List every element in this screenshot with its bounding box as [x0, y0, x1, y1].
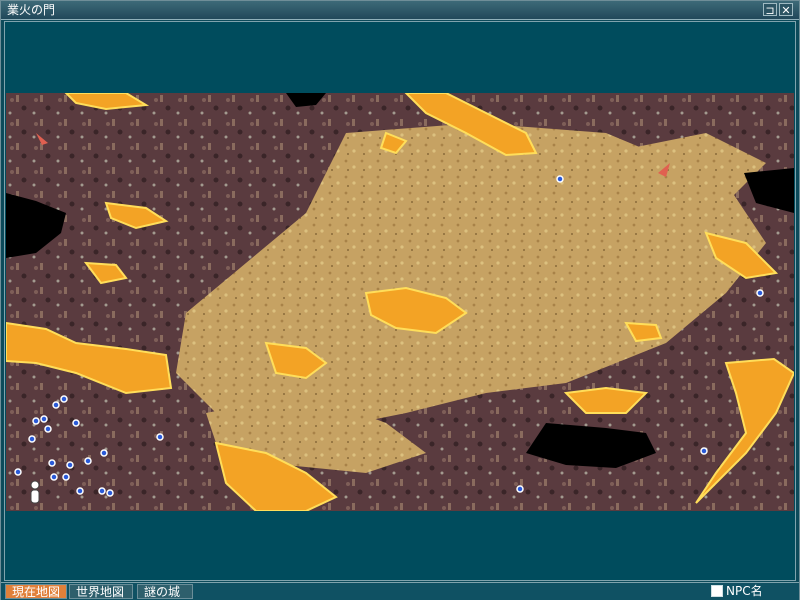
npc-name-checkbox[interactable]: [711, 585, 723, 597]
window-title: 業火の門: [7, 3, 56, 17]
npc-name-label: NPC名: [726, 584, 763, 598]
tab-mystery-castle[interactable]: 謎の城: [137, 584, 193, 599]
close-icon[interactable]: ✕: [779, 3, 793, 17]
tab-world-map[interactable]: 世界地図: [69, 584, 133, 599]
tab-current-map[interactable]: 現在地図: [5, 584, 67, 599]
player-icon: [30, 480, 40, 504]
bottom-bar: 現在地図 世界地図 謎の城 NPC名: [1, 582, 799, 600]
map-area[interactable]: [6, 93, 794, 511]
map-terrain: [6, 93, 794, 511]
title-bar[interactable]: 業火の門 ⊐ ✕: [1, 1, 799, 20]
pin-icon[interactable]: ⊐: [763, 3, 777, 17]
map-window: 業火の門 ⊐ ✕ 現在地図 世界地図 謎の城 NPC名: [0, 0, 800, 600]
